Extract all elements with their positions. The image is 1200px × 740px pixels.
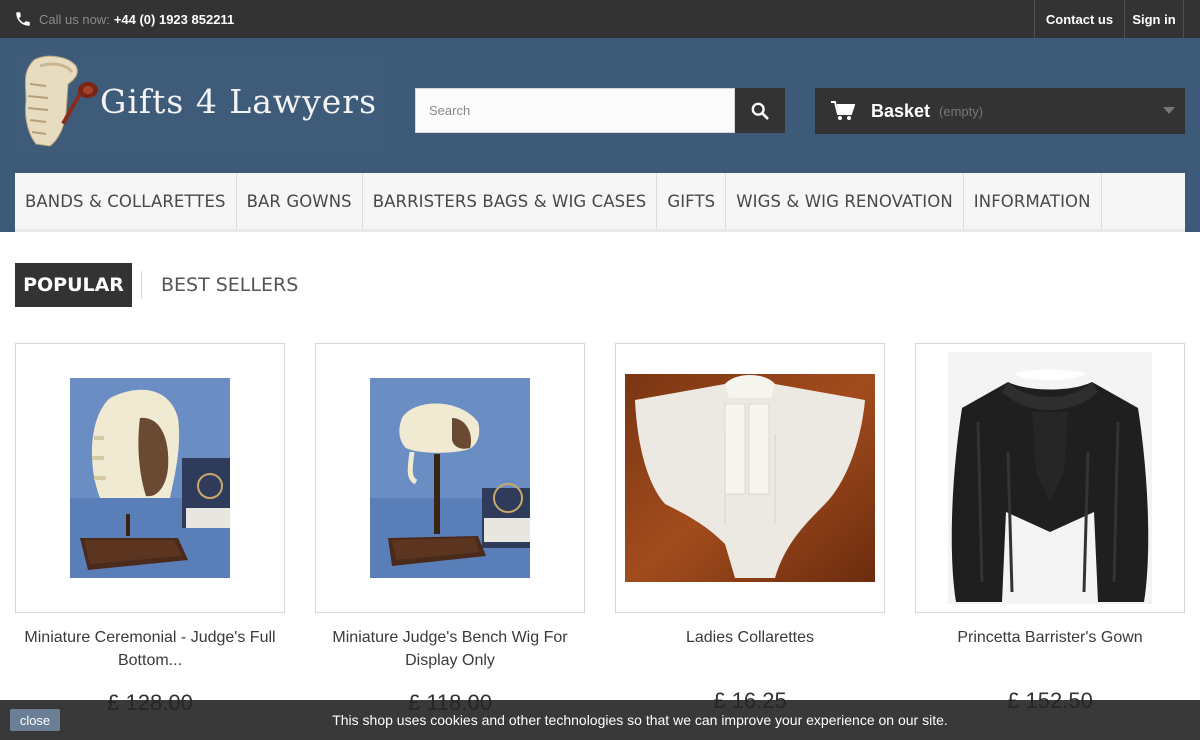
product-name[interactable]: Miniature Judge's Bench Wig For Display …: [305, 626, 595, 672]
search-input[interactable]: [415, 88, 735, 133]
menu-item-gifts[interactable]: GIFTS: [657, 173, 727, 229]
menu-item-bands-collarettes[interactable]: BANDS & COLLARETTES: [15, 173, 237, 229]
product-card: Miniature Judge's Bench Wig For Display …: [315, 343, 585, 715]
basket-status: (empty): [939, 103, 984, 119]
basket-label: Basket: [871, 100, 931, 121]
phone-icon: [16, 12, 30, 26]
logo-text: Gifts 4 Lawyers: [100, 82, 378, 121]
site-logo[interactable]: Gifts 4 Lawyers: [14, 52, 386, 152]
menu-item-bar-gowns[interactable]: BAR GOWNS: [237, 173, 363, 229]
product-name[interactable]: Ladies Collarettes: [605, 626, 895, 649]
cookie-banner: This shop uses cookies and other technol…: [0, 700, 1200, 740]
phone-info: Call us now: +44 (0) 1923 852211: [14, 0, 234, 38]
tab-popular[interactable]: POPULAR: [15, 263, 132, 307]
product-image: [70, 378, 230, 578]
search-button[interactable]: [735, 88, 785, 133]
product-name[interactable]: Miniature Ceremonial - Judge's Full Bott…: [5, 626, 295, 672]
product-image: [625, 374, 875, 582]
basket-button[interactable]: Basket (empty): [815, 88, 1185, 134]
product-image: [948, 352, 1152, 604]
menu-item-barristers-bags[interactable]: BARRISTERS BAGS & WIG CASES: [363, 173, 658, 229]
cookie-close-button[interactable]: close: [10, 709, 60, 731]
phone-number[interactable]: +44 (0) 1923 852211: [114, 12, 234, 27]
cookie-message: This shop uses cookies and other technol…: [332, 712, 948, 728]
search-icon: [751, 102, 769, 120]
product-image-link[interactable]: [615, 343, 885, 613]
sign-in-link[interactable]: Sign in: [1124, 0, 1184, 38]
product-card: Miniature Ceremonial - Judge's Full Bott…: [15, 343, 285, 715]
tab-best-sellers[interactable]: BEST SELLERS: [161, 263, 298, 307]
product-image: [370, 378, 530, 578]
product-image-link[interactable]: [15, 343, 285, 613]
phone-label: Call us now:: [39, 11, 110, 27]
contact-us-link[interactable]: Contact us: [1034, 0, 1124, 38]
product-image-link[interactable]: [315, 343, 585, 613]
top-bar: Call us now: +44 (0) 1923 852211 Contact…: [0, 0, 1200, 38]
chevron-down-icon: [1163, 107, 1175, 114]
product-name[interactable]: Princetta Barrister's Gown: [905, 626, 1195, 649]
main-menu: BANDS & COLLARETTES BAR GOWNS BARRISTERS…: [15, 173, 1185, 232]
product-image-link[interactable]: [915, 343, 1185, 613]
product-card: Princetta Barrister's Gown £ 152.50: [915, 343, 1185, 713]
menu-item-wigs-renovation[interactable]: WIGS & WIG RENOVATION: [726, 173, 964, 229]
wig-logo-icon: [24, 55, 98, 147]
tab-divider: [141, 271, 142, 299]
menu-item-information[interactable]: INFORMATION: [964, 173, 1102, 229]
cart-icon: [831, 101, 855, 120]
product-card: Ladies Collarettes £ 16.25: [615, 343, 885, 713]
